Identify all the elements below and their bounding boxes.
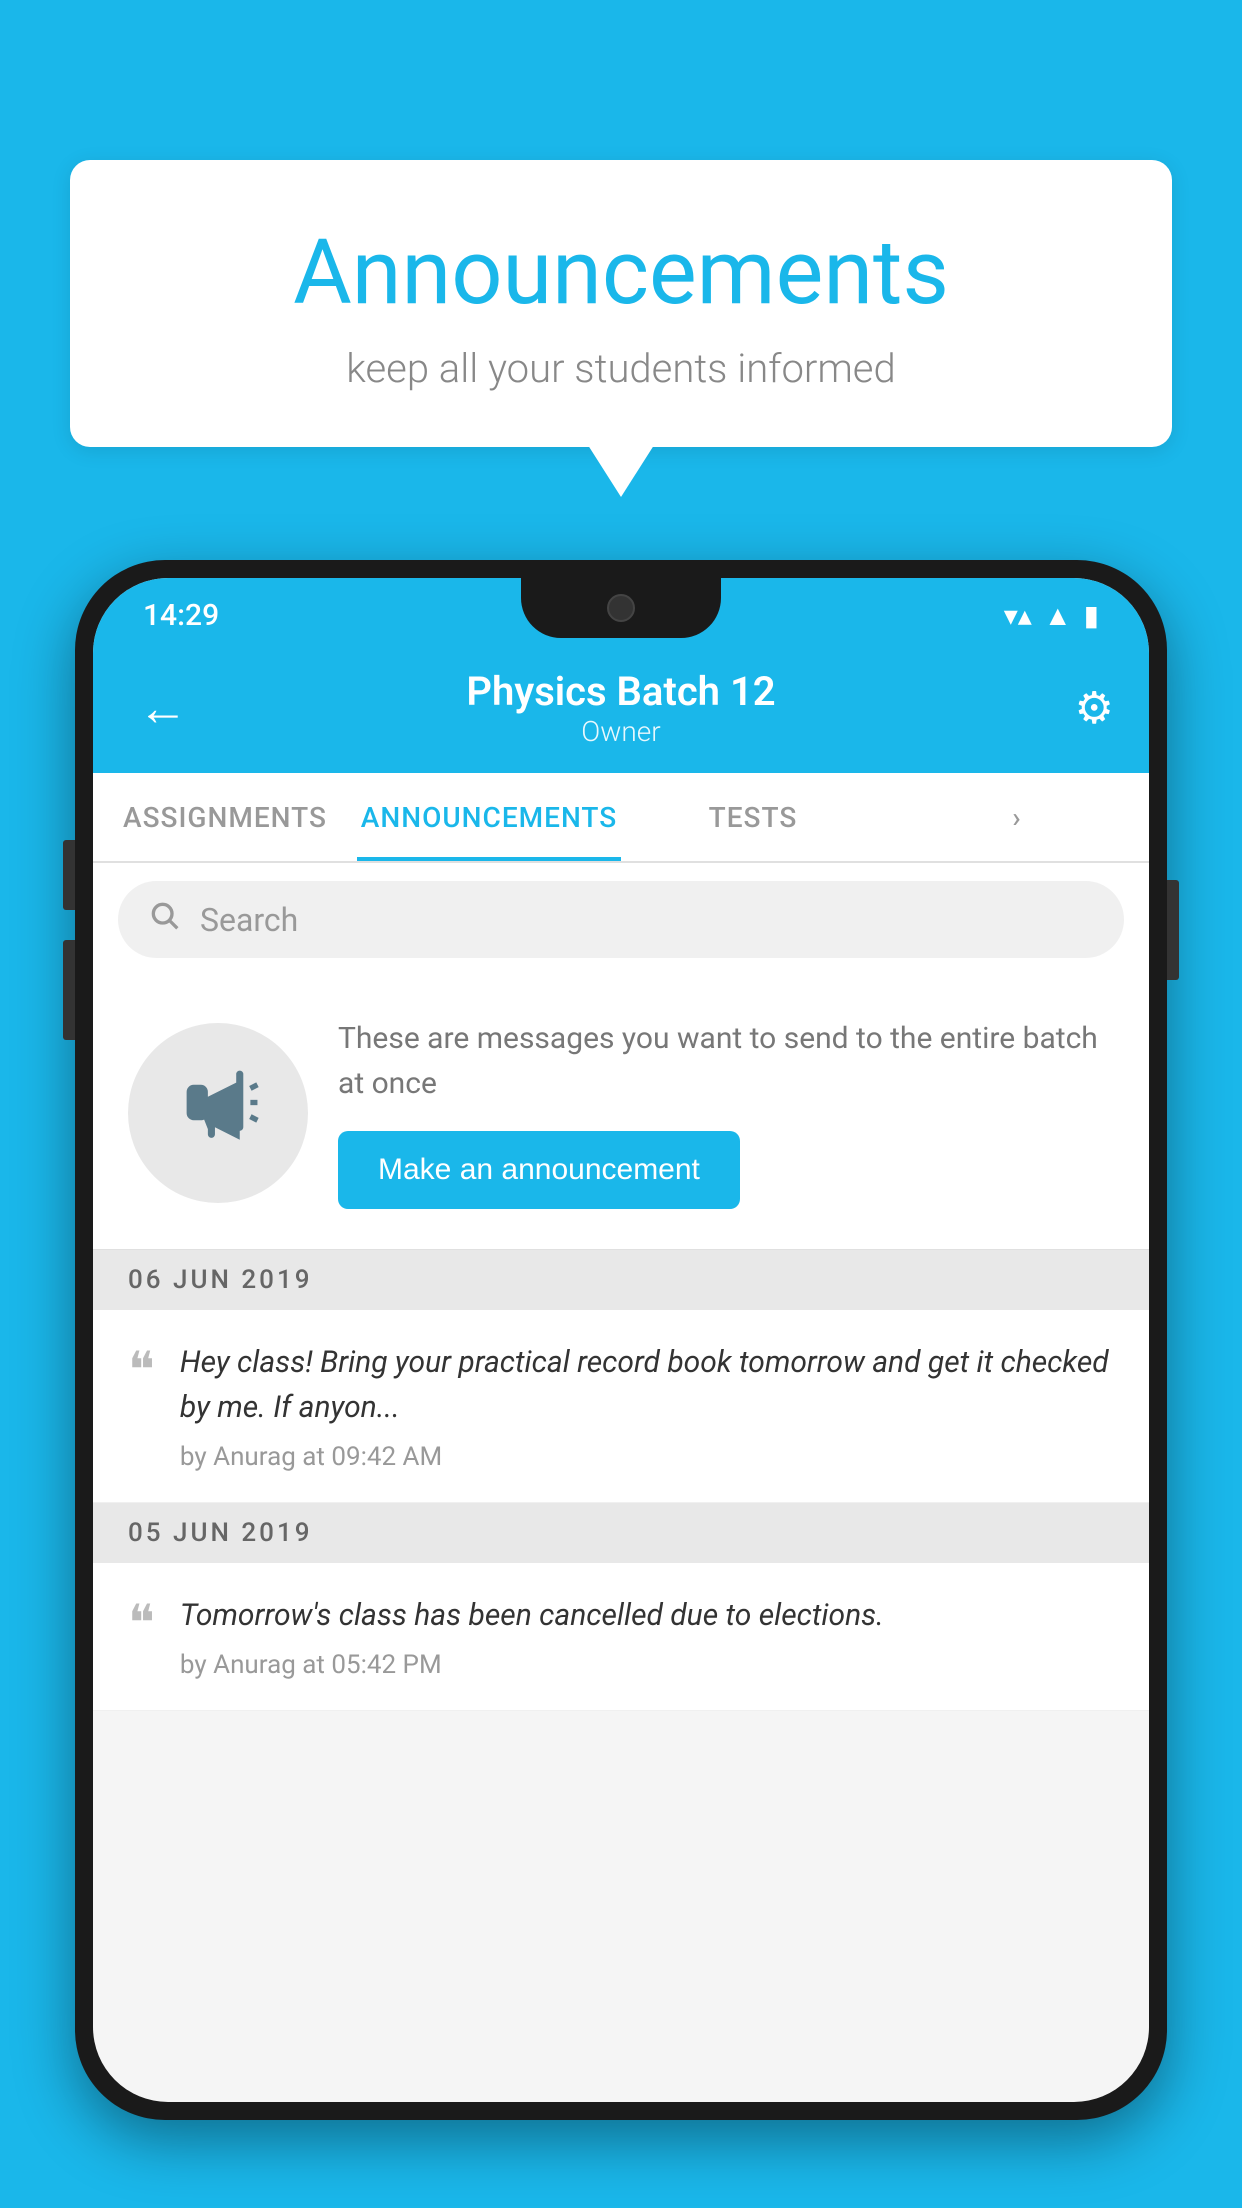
- phone-screen: 14:29 ▾▴ ▲ ▮ ← Physics Batch 12 Owner ⚙: [93, 578, 1149, 2102]
- power-button: [1167, 880, 1179, 980]
- promo-content: These are messages you want to send to t…: [338, 1016, 1114, 1209]
- quote-icon-1: ❝: [128, 1345, 155, 1395]
- app-bar: ← Physics Batch 12 Owner ⚙: [93, 643, 1149, 773]
- search-placeholder: Search: [200, 901, 298, 939]
- status-icons: ▾▴ ▲ ▮: [1004, 599, 1099, 632]
- front-camera: [607, 594, 635, 622]
- date-divider-2: 05 JUN 2019: [93, 1503, 1149, 1563]
- tab-more[interactable]: ›: [885, 773, 1149, 861]
- settings-icon[interactable]: ⚙: [1075, 682, 1114, 734]
- promo-card: These are messages you want to send to t…: [93, 976, 1149, 1250]
- battery-icon: ▮: [1084, 599, 1099, 632]
- megaphone-icon: [176, 1060, 261, 1165]
- back-button[interactable]: ←: [128, 669, 198, 748]
- search-icon: [148, 899, 180, 940]
- date-divider-1: 06 JUN 2019: [93, 1250, 1149, 1310]
- signal-icon: ▲: [1044, 599, 1072, 632]
- announcement-content-1: Hey class! Bring your practical record b…: [180, 1340, 1114, 1472]
- app-bar-title: Physics Batch 12: [466, 668, 775, 715]
- make-announcement-button[interactable]: Make an announcement: [338, 1131, 740, 1209]
- announcement-meta-2: by Anurag at 05:42 PM: [180, 1650, 1114, 1680]
- tab-announcements[interactable]: ANNOUNCEMENTS: [357, 773, 621, 861]
- search-box[interactable]: Search: [118, 881, 1124, 958]
- wifi-icon: ▾▴: [1004, 599, 1032, 632]
- announcement-item-1[interactable]: ❝ Hey class! Bring your practical record…: [93, 1310, 1149, 1503]
- app-bar-subtitle: Owner: [466, 715, 775, 748]
- tabs-bar: ASSIGNMENTS ANNOUNCEMENTS TESTS ›: [93, 773, 1149, 863]
- phone-notch: [521, 578, 721, 638]
- tab-assignments[interactable]: ASSIGNMENTS: [93, 773, 357, 861]
- tab-tests[interactable]: TESTS: [621, 773, 885, 861]
- announcement-item-2[interactable]: ❝ Tomorrow's class has been cancelled du…: [93, 1563, 1149, 1711]
- announcements-subtitle: keep all your students informed: [130, 345, 1112, 392]
- announcement-meta-1: by Anurag at 09:42 AM: [180, 1442, 1114, 1472]
- announcements-title: Announcements: [130, 220, 1112, 325]
- status-time: 14:29: [143, 598, 219, 633]
- search-container: Search: [93, 863, 1149, 976]
- volume-up-button: [63, 840, 75, 910]
- speech-bubble: Announcements keep all your students inf…: [70, 160, 1172, 447]
- phone-outer-frame: 14:29 ▾▴ ▲ ▮ ← Physics Batch 12 Owner ⚙: [75, 560, 1167, 2120]
- megaphone-circle: [128, 1023, 308, 1203]
- announcement-content-2: Tomorrow's class has been cancelled due …: [180, 1593, 1114, 1680]
- app-bar-center: Physics Batch 12 Owner: [466, 668, 775, 748]
- announcement-text-2: Tomorrow's class has been cancelled due …: [180, 1593, 1114, 1638]
- speech-bubble-section: Announcements keep all your students inf…: [70, 160, 1172, 447]
- promo-description: These are messages you want to send to t…: [338, 1016, 1114, 1106]
- quote-icon-2: ❝: [128, 1598, 155, 1648]
- volume-down-button: [63, 940, 75, 1040]
- phone-mockup: 14:29 ▾▴ ▲ ▮ ← Physics Batch 12 Owner ⚙: [75, 560, 1167, 2208]
- announcement-text-1: Hey class! Bring your practical record b…: [180, 1340, 1114, 1430]
